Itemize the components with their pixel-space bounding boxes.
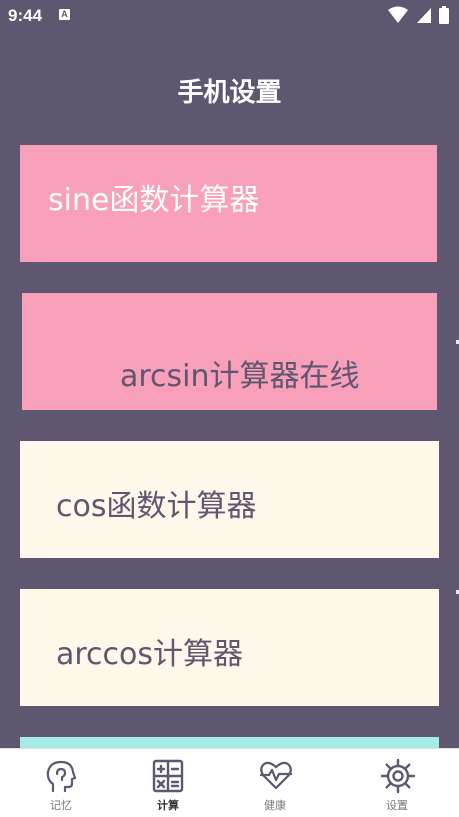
cos-calculator-card[interactable]: cos函数计算器 <box>20 441 439 558</box>
nav-label: 健康 <box>264 799 286 812</box>
nav-tab-calculate[interactable]: 计算 <box>118 749 218 817</box>
nav-label: 计算 <box>157 799 179 812</box>
status-time: 9:44 <box>8 6 43 25</box>
card-label: arcsin计算器在线 <box>120 359 360 394</box>
status-icons <box>385 6 449 24</box>
page-title: 手机设置 <box>177 78 282 108</box>
gear-icon <box>381 759 415 793</box>
card-label: cos函数计算器 <box>56 489 257 524</box>
calculator-icon <box>152 759 184 793</box>
head-brain-icon <box>46 760 77 793</box>
bottom-nav: 记忆 计算 健康 设置 <box>0 748 459 817</box>
status-bar: 9:44 A <box>0 0 459 32</box>
battery-icon <box>439 6 449 24</box>
nav-label: 记忆 <box>50 799 72 812</box>
wifi-icon <box>388 6 409 23</box>
card-label: sine函数计算器 <box>48 183 260 218</box>
arccos-calculator-card[interactable]: arccos计算器 <box>20 589 439 706</box>
card-label: arccos计算器 <box>56 637 244 672</box>
nav-label: 设置 <box>386 799 408 812</box>
nav-tab-settings[interactable]: 设置 <box>347 749 447 817</box>
nav-tab-health[interactable]: 健康 <box>225 749 325 817</box>
signal-icon <box>416 8 431 23</box>
arcsin-calculator-card[interactable]: arcsin计算器在线 <box>22 293 437 410</box>
keyboard-a-icon: A <box>59 9 70 20</box>
nav-tab-memory[interactable]: 记忆 <box>11 749 111 817</box>
heart-pulse-icon <box>259 761 293 790</box>
sine-calculator-card[interactable]: sine函数计算器 <box>20 145 437 262</box>
